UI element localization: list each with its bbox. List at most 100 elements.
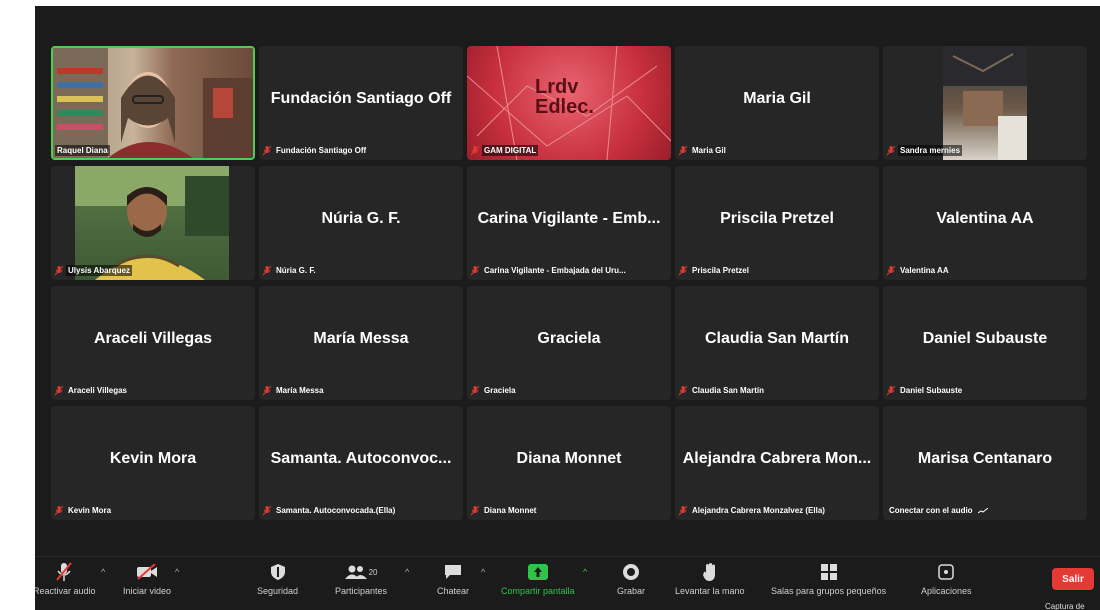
participant-name-bar: Araceli Villegas bbox=[55, 385, 129, 396]
participant-tile-gam-digital[interactable]: Lrdv Edlec. GAM DIGITAL bbox=[467, 46, 671, 160]
start-video-button[interactable]: Iniciar video bbox=[123, 561, 171, 596]
participants-label: Participantes bbox=[335, 586, 388, 596]
participant-tile[interactable]: Priscila Pretzel Priscila Pretzel bbox=[675, 166, 879, 280]
participant-name: Sandra mernies bbox=[898, 145, 963, 156]
participant-name-bar: Raquel Diana bbox=[55, 145, 110, 156]
participant-tile[interactable]: María Messa María Messa bbox=[259, 286, 463, 400]
record-label: Grabar bbox=[617, 586, 646, 596]
participant-display-name: Graciela bbox=[537, 330, 601, 347]
participant-display-name: Alejandra Cabrera Mon... bbox=[682, 450, 872, 467]
mic-muted-icon bbox=[471, 265, 479, 275]
participant-name: Araceli Villegas bbox=[68, 386, 127, 395]
video-options-chevron-icon[interactable]: ^ bbox=[175, 567, 179, 577]
participants-options-chevron-icon[interactable]: ^ bbox=[405, 567, 409, 577]
participant-display-name: Carina Vigilante - Emb... bbox=[477, 210, 661, 227]
participant-tile[interactable]: Samanta. Autoconvoc... Samanta. Autoconv… bbox=[259, 406, 463, 520]
participant-name: Fundación Santiago Off bbox=[276, 146, 367, 155]
participant-tile[interactable]: Maria Gil Maria Gil bbox=[675, 46, 879, 160]
participant-name: Maria Gil bbox=[692, 146, 726, 155]
gam-logo-line2: Edlec. bbox=[535, 96, 594, 118]
participant-name: María Messa bbox=[276, 386, 324, 395]
participant-tile[interactable]: Alejandra Cabrera Mon... Alejandra Cabre… bbox=[675, 406, 879, 520]
participant-tile[interactable]: Araceli Villegas Araceli Villegas bbox=[51, 286, 255, 400]
audio-options-chevron-icon[interactable]: ^ bbox=[101, 567, 105, 577]
mic-muted-icon bbox=[55, 265, 63, 275]
raise-hand-button[interactable]: Levantar la mano bbox=[675, 561, 745, 596]
participant-tile[interactable]: Daniel Subauste Daniel Subauste bbox=[883, 286, 1087, 400]
mic-muted-icon bbox=[471, 385, 479, 395]
participant-name-bar: Conectar con el audio bbox=[887, 505, 988, 516]
screenshot-overlay-text: Captura de bbox=[1045, 602, 1085, 610]
participant-display-name: Maria Gil bbox=[743, 90, 811, 107]
mic-muted-icon bbox=[263, 505, 271, 515]
participant-name: Kevin Mora bbox=[68, 506, 112, 515]
participant-tile[interactable]: Fundación Santiago Off Fundación Santiag… bbox=[259, 46, 463, 160]
participant-name-bar: Diana Monnet bbox=[471, 505, 538, 516]
participant-name-bar: Kevin Mora bbox=[55, 505, 113, 516]
participant-name: Ulysis Abarquez bbox=[66, 265, 132, 276]
participants-button[interactable]: 20 Participantes bbox=[335, 561, 387, 596]
mic-muted-icon bbox=[471, 145, 479, 155]
mic-muted-icon bbox=[471, 505, 479, 515]
participant-display-name: Valentina AA bbox=[936, 210, 1034, 227]
participant-name-bar: Valentina AA bbox=[887, 265, 951, 276]
security-button[interactable]: Seguridad bbox=[257, 561, 298, 596]
share-screen-button[interactable]: Compartir pantalla bbox=[501, 561, 575, 596]
participant-tile[interactable]: Claudia San Martín Claudia San Martín bbox=[675, 286, 879, 400]
mic-muted-icon bbox=[56, 561, 73, 583]
participant-name-bar: Priscila Pretzel bbox=[679, 265, 751, 276]
participant-name-bar: Núria G. F. bbox=[263, 265, 318, 276]
mic-muted-icon bbox=[887, 385, 895, 395]
participant-name: Raquel Diana bbox=[55, 145, 110, 156]
participant-name: Graciela bbox=[484, 386, 516, 395]
share-screen-icon bbox=[527, 561, 548, 583]
shield-icon bbox=[270, 561, 285, 583]
participant-tile-sandra-mernies[interactable]: Sandra mernies bbox=[883, 46, 1087, 160]
participant-name: Daniel Subauste bbox=[900, 386, 963, 395]
mic-muted-icon bbox=[679, 265, 687, 275]
apps-label: Aplicaciones bbox=[921, 586, 972, 596]
chat-label: Chatear bbox=[437, 586, 470, 596]
breakout-rooms-label: Salas para grupos pequeños bbox=[771, 586, 887, 596]
unmute-label: Reactivar audio bbox=[35, 586, 96, 596]
participant-tile[interactable]: Graciela Graciela bbox=[467, 286, 671, 400]
participant-name-bar: Graciela bbox=[471, 385, 518, 396]
video-frame-image bbox=[943, 46, 1027, 160]
participant-tile[interactable]: Marisa Centanaro Conectar con el audio bbox=[883, 406, 1087, 520]
apps-icon bbox=[938, 561, 955, 583]
record-button[interactable]: Grabar bbox=[617, 561, 645, 596]
participant-name-bar: Alejandra Cabrera Monzalvez (Ella) bbox=[679, 505, 827, 516]
chat-options-chevron-icon[interactable]: ^ bbox=[481, 567, 485, 577]
video-frame-image bbox=[75, 166, 229, 280]
participant-tile-ulysis-abarquez[interactable]: Ulysis Abarquez bbox=[51, 166, 255, 280]
participant-tile[interactable]: Kevin Mora Kevin Mora bbox=[51, 406, 255, 520]
leave-meeting-button[interactable]: Salir bbox=[1052, 568, 1094, 590]
mic-muted-icon bbox=[887, 265, 895, 275]
participant-display-name: Araceli Villegas bbox=[94, 330, 212, 347]
mic-muted-icon bbox=[679, 145, 687, 155]
participant-display-name: María Messa bbox=[313, 330, 409, 347]
participant-display-name: Daniel Subauste bbox=[922, 330, 1048, 347]
participant-video bbox=[53, 48, 253, 158]
participant-tile[interactable]: Núria G. F. Núria G. F. bbox=[259, 166, 463, 280]
mic-muted-icon bbox=[55, 505, 63, 515]
participant-audio-status: Conectar con el audio bbox=[889, 506, 973, 515]
share-options-chevron-icon[interactable]: ^ bbox=[583, 567, 587, 577]
participants-count: 20 bbox=[368, 567, 378, 577]
apps-button[interactable]: Aplicaciones bbox=[921, 561, 972, 596]
breakout-rooms-icon bbox=[820, 561, 837, 583]
breakout-rooms-button[interactable]: Salas para grupos pequeños bbox=[771, 561, 886, 596]
participant-name-bar: Daniel Subauste bbox=[887, 385, 964, 396]
participant-tile[interactable]: Diana Monnet Diana Monnet bbox=[467, 406, 671, 520]
chat-button[interactable]: Chatear bbox=[437, 561, 469, 596]
participant-video bbox=[943, 46, 1027, 160]
participant-video bbox=[75, 166, 229, 280]
mic-muted-icon bbox=[263, 145, 271, 155]
participant-tile[interactable]: Valentina AA Valentina AA bbox=[883, 166, 1087, 280]
participant-name: Alejandra Cabrera Monzalvez (Ella) bbox=[692, 506, 825, 515]
unmute-button[interactable]: Reactivar audio bbox=[35, 561, 96, 596]
participant-tile[interactable]: Carina Vigilante - Emb... Carina Vigilan… bbox=[467, 166, 671, 280]
participant-display-name: Priscila Pretzel bbox=[720, 210, 834, 227]
participant-name: GAM DIGITAL bbox=[482, 145, 539, 156]
participant-tile-raquel-diana[interactable]: Raquel Diana bbox=[51, 46, 255, 160]
